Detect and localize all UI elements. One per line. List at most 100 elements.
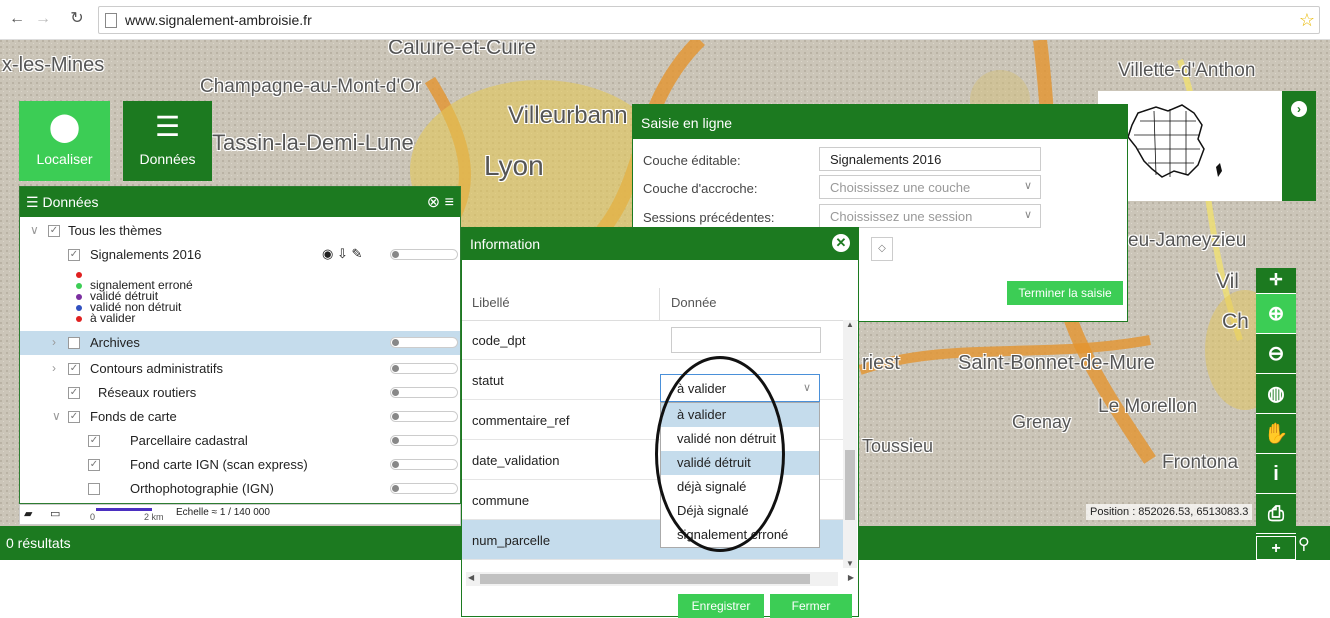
chevron-down-icon[interactable]: ∨	[52, 409, 61, 423]
layer-row[interactable]: ∨ ✓ Fonds de carte	[20, 405, 460, 429]
statut-option[interactable]: validé détruit	[661, 451, 819, 475]
layer-checkbox[interactable]: ✓	[88, 435, 100, 447]
opacity-slider[interactable]	[390, 337, 458, 348]
localiser-label: Localiser	[36, 151, 93, 167]
back-icon[interactable]: ←	[8, 10, 26, 28]
close-circle-icon[interactable]: ⊗	[427, 194, 440, 211]
ruler-icon[interactable]: ▭	[50, 507, 60, 520]
scale-zero: 0	[90, 512, 96, 522]
layer-checkbox[interactable]	[88, 483, 100, 495]
enregistrer-button[interactable]: Enregistrer	[678, 594, 764, 618]
legend-dot	[76, 293, 82, 300]
sessions-select[interactable]: Choississez une session ∨	[819, 204, 1041, 228]
statut-option[interactable]: signalement erroné	[661, 523, 819, 547]
layer-row[interactable]: ✓ Signalements 2016 ◉ ⇩ ✎	[20, 243, 460, 267]
chevron-down-icon: ∨	[802, 382, 811, 394]
layer-checkbox[interactable]	[68, 337, 80, 349]
map-label: x-les-Mines	[2, 54, 105, 76]
opacity-slider[interactable]	[390, 459, 458, 470]
expand-icon[interactable]: +	[1256, 536, 1296, 560]
cursor-position: Position : 852026.53, 6513083.3	[1086, 504, 1253, 520]
layer-row-archives[interactable]: › Archives	[20, 331, 460, 355]
layer-row[interactable]: ✓ Fond carte IGN (scan express)	[20, 453, 460, 477]
couche-accroche-select[interactable]: Choississez une couche ∨	[819, 175, 1041, 199]
layer-legend: signalement erroné validé détruit validé…	[76, 269, 193, 324]
address-bar[interactable]: www.signalement-ambroisie.fr ☆	[98, 6, 1320, 34]
vertical-scrollbar[interactable]: ▲ ▼	[843, 320, 857, 568]
stepper-control[interactable]: ◇	[871, 237, 893, 261]
chevron-right-icon[interactable]: ›	[52, 361, 56, 375]
statut-option[interactable]: validé non détruit	[661, 427, 819, 451]
donnees-label: Données	[139, 151, 196, 167]
localiser-button[interactable]: ⬤ Localiser	[19, 101, 110, 181]
statut-selected-value: à valider	[677, 381, 727, 396]
layer-checkbox[interactable]: ✓	[68, 249, 80, 261]
zoom-out-icon[interactable]: ⊖	[1256, 334, 1296, 374]
menu-icon[interactable]: ≡	[445, 194, 454, 211]
chevron-right-icon[interactable]: ›	[1291, 101, 1307, 117]
zoom-in-box-icon[interactable]: ⊕	[1256, 294, 1296, 334]
opacity-slider[interactable]	[390, 411, 458, 422]
chevron-right-icon[interactable]: ›	[52, 335, 56, 349]
scale-label: Echelle ≈ 1 / 140 000	[176, 507, 270, 518]
fermer-button[interactable]: Fermer	[770, 594, 852, 618]
layer-checkbox[interactable]: ✓	[68, 363, 80, 375]
field-name: commentaire_ref	[472, 413, 570, 428]
statut-select[interactable]: à valider ∨	[660, 374, 820, 402]
statut-option[interactable]: déjà signalé	[661, 475, 819, 499]
layer-checkbox[interactable]: ✓	[88, 459, 100, 471]
couche-editable-value: Signalements 2016	[830, 152, 942, 167]
layer-row[interactable]: ∨ ✓ Tous les thèmes	[20, 219, 460, 243]
column-header-donnee: Donnée	[671, 295, 717, 310]
legend-label: à valider	[90, 311, 136, 325]
globe-icon[interactable]: ◍	[1256, 374, 1296, 414]
hand-icon[interactable]: ✋	[1256, 414, 1296, 454]
layer-label: Fond carte IGN (scan express)	[130, 457, 308, 472]
statut-option[interactable]: à valider	[661, 403, 819, 427]
layer-label: Fonds de carte	[90, 409, 177, 424]
search-icon[interactable]: ⚲	[1298, 534, 1310, 554]
layer-row[interactable]: ✓ Parcellaire cadastral	[20, 429, 460, 453]
chevron-down-icon: ∨	[1023, 209, 1032, 221]
close-icon[interactable]: ✕	[832, 234, 850, 252]
forward-icon[interactable]: →	[34, 10, 52, 28]
layer-label: Contours administratifs	[90, 361, 223, 376]
layer-checkbox[interactable]: ✓	[48, 225, 60, 237]
layer-row[interactable]: › ✓ Contours administratifs	[20, 357, 460, 381]
legend-dot	[76, 282, 82, 289]
code-dpt-input[interactable]	[671, 327, 821, 353]
couche-editable-field[interactable]: Signalements 2016	[819, 147, 1041, 171]
layer-row[interactable]: ✓ Réseaux routiers	[20, 381, 460, 405]
print-icon[interactable]: ⎙	[1256, 494, 1296, 534]
info-icon[interactable]: i	[1256, 454, 1296, 494]
statut-option[interactable]: Déjà signalé	[661, 499, 819, 523]
opacity-slider[interactable]	[390, 363, 458, 374]
layer-checkbox[interactable]: ✓	[68, 411, 80, 423]
browser-toolbar: ← → ↻ www.signalement-ambroisie.fr ☆	[0, 0, 1330, 40]
opacity-slider[interactable]	[390, 249, 458, 260]
chevron-down-icon[interactable]: ∨	[30, 223, 39, 237]
map-label: Ch	[1222, 310, 1249, 333]
layer-actions-icons[interactable]: ◉ ⇩ ✎	[322, 246, 362, 262]
opacity-slider[interactable]	[390, 387, 458, 398]
opacity-slider[interactable]	[390, 435, 458, 446]
layer-checkbox[interactable]: ✓	[68, 387, 80, 399]
layer-label: Signalements 2016	[90, 247, 202, 262]
horizontal-scrollbar[interactable]: ◀ ▶	[466, 572, 854, 586]
layer-row[interactable]: Orthophotographie (IGN)	[20, 477, 460, 501]
donnees-button[interactable]: ☰ Données	[123, 101, 212, 181]
scale-distance: 2 km	[144, 512, 164, 522]
chevron-down-icon: ∨	[1023, 180, 1032, 192]
reload-icon[interactable]: ↻	[68, 10, 86, 28]
map-label: riest	[862, 352, 900, 374]
layer-tree: ∨ ✓ Tous les thèmes ✓ Signalements 2016 …	[20, 217, 460, 503]
overview-map-toggle[interactable]: ›	[1282, 91, 1316, 201]
layers-panel-title: Données	[42, 194, 99, 210]
bookmark-star-icon[interactable]: ☆	[1299, 10, 1315, 31]
pan-icon[interactable]: ✛	[1256, 268, 1296, 294]
opacity-slider[interactable]	[390, 483, 458, 494]
terminer-saisie-button[interactable]: Terminer la saisie	[1007, 281, 1123, 305]
pin-icon[interactable]: ▰	[24, 507, 32, 520]
field-name: statut	[472, 373, 504, 388]
column-divider	[659, 288, 660, 320]
